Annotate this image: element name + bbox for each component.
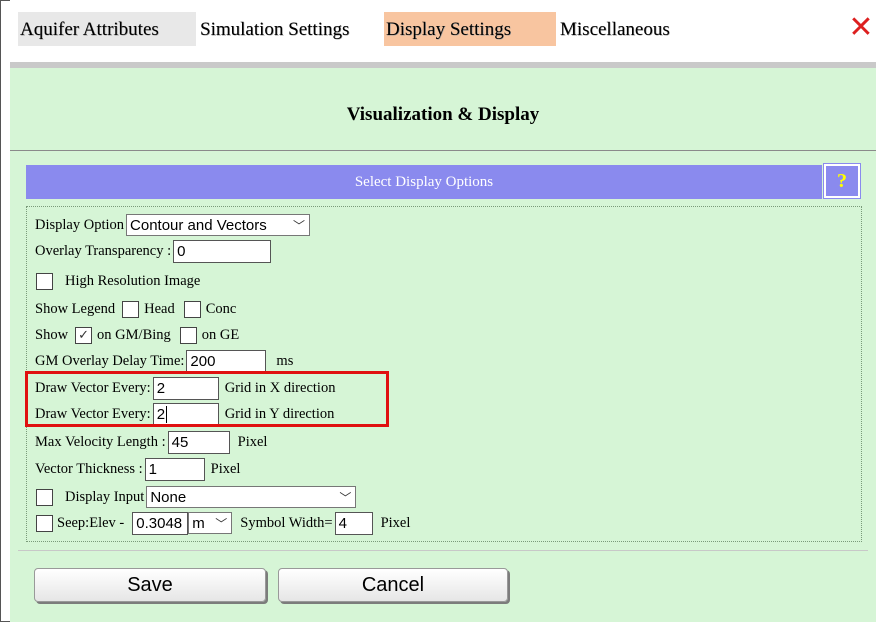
show-row: Show ✓ on GM/Bing on GE	[35, 323, 239, 347]
overlay-transparency-row: Overlay Transparency : 0	[35, 239, 272, 263]
legend-conc-checkbox[interactable]	[183, 300, 201, 318]
divider	[18, 550, 868, 551]
seep-row: Seep:Elev - 0.3048 m ﹀ Symbol Width= 4 P…	[35, 511, 410, 535]
panel-title: Visualization & Display	[346, 104, 540, 125]
tab-aquifer-attributes[interactable]: Aquifer Attributes	[18, 12, 196, 46]
gm-bing-checkbox[interactable]: ✓	[75, 326, 93, 344]
display-input-checkbox[interactable]	[36, 488, 53, 506]
seep-label: Seep:Elev -	[57, 514, 125, 531]
show-label: Show	[35, 326, 69, 343]
seep-checkbox[interactable]	[36, 514, 53, 532]
highlight-box	[25, 371, 389, 427]
tab-miscellaneous[interactable]: Miscellaneous	[558, 12, 696, 46]
gm-delay-row: GM Overlay Delay Time: 200 ms	[35, 349, 293, 373]
show-legend-label: Show Legend	[35, 300, 116, 317]
seep-unit-select[interactable]: m ﹀	[188, 512, 233, 534]
max-velocity-row: Max Velocity Length : 45 Pixel	[35, 430, 267, 454]
display-input-select[interactable]: None ﹀	[146, 486, 357, 508]
vector-thickness-input[interactable]: 1	[144, 457, 205, 481]
section-header: Select Display Options	[26, 165, 822, 199]
display-input-value: None	[150, 488, 187, 506]
high-res-row: High Resolution Image	[35, 269, 200, 293]
display-option-value: Contour and Vectors	[130, 216, 267, 234]
legend-conc-label: Conc	[205, 300, 237, 317]
display-input-label: Display Input	[65, 488, 145, 505]
vector-thickness-unit: Pixel	[210, 460, 241, 477]
symbol-width-unit: Pixel	[380, 514, 411, 531]
display-option-select[interactable]: Contour and Vectors ﹀	[126, 214, 311, 236]
cancel-button[interactable]: Cancel	[278, 568, 508, 602]
max-velocity-label: Max Velocity Length :	[35, 433, 166, 450]
vector-thickness-label: Vector Thickness :	[35, 460, 143, 477]
help-button[interactable]: ?	[823, 163, 861, 199]
tab-bar: Aquifer Attributes Simulation Settings D…	[10, 0, 876, 62]
gm-delay-label: GM Overlay Delay Time:	[35, 352, 185, 369]
max-velocity-input[interactable]: 45	[167, 430, 230, 454]
chevron-down-icon: ﹀	[293, 219, 306, 233]
chevron-down-icon: ﹀	[339, 491, 352, 505]
gm-delay-unit: ms	[276, 352, 294, 369]
gm-delay-input[interactable]: 200	[186, 349, 267, 373]
close-icon[interactable]: ✕	[846, 12, 876, 44]
save-button[interactable]: Save	[34, 568, 266, 602]
display-settings-panel: Visualization & Display Select Display O…	[10, 62, 876, 622]
legend-head-label: Head	[144, 300, 175, 317]
chevron-down-icon: ﹀	[215, 517, 228, 531]
symbol-width-input[interactable]: 4	[334, 511, 373, 535]
ge-label: on GE	[201, 326, 240, 343]
ge-checkbox[interactable]	[179, 326, 197, 344]
gm-bing-label: on GM/Bing	[97, 326, 171, 343]
seep-unit-value: m	[192, 514, 205, 532]
display-input-row: Display Input None ﹀	[35, 485, 357, 509]
overlay-transparency-label: Overlay Transparency :	[35, 242, 172, 259]
overlay-transparency-input[interactable]: 0	[173, 239, 272, 263]
display-option-label: Display Option	[35, 216, 125, 233]
seep-elev-input[interactable]: 0.3048	[132, 511, 189, 535]
show-legend-row: Show Legend Head Conc	[35, 297, 236, 321]
display-option-row: Display Option Contour and Vectors ﹀	[35, 213, 311, 237]
symbol-width-label: Symbol Width=	[240, 514, 333, 531]
high-res-label: High Resolution Image	[65, 272, 201, 289]
tab-display-settings[interactable]: Display Settings	[384, 12, 556, 46]
high-res-checkbox[interactable]	[36, 272, 53, 290]
vector-thickness-row: Vector Thickness : 1 Pixel	[35, 457, 240, 481]
display-options-box: Display Option Contour and Vectors ﹀ Ove…	[25, 206, 862, 542]
divider	[10, 150, 876, 151]
legend-head-checkbox[interactable]	[122, 300, 140, 318]
tab-simulation-settings[interactable]: Simulation Settings	[198, 12, 382, 46]
max-velocity-unit: Pixel	[237, 433, 268, 450]
